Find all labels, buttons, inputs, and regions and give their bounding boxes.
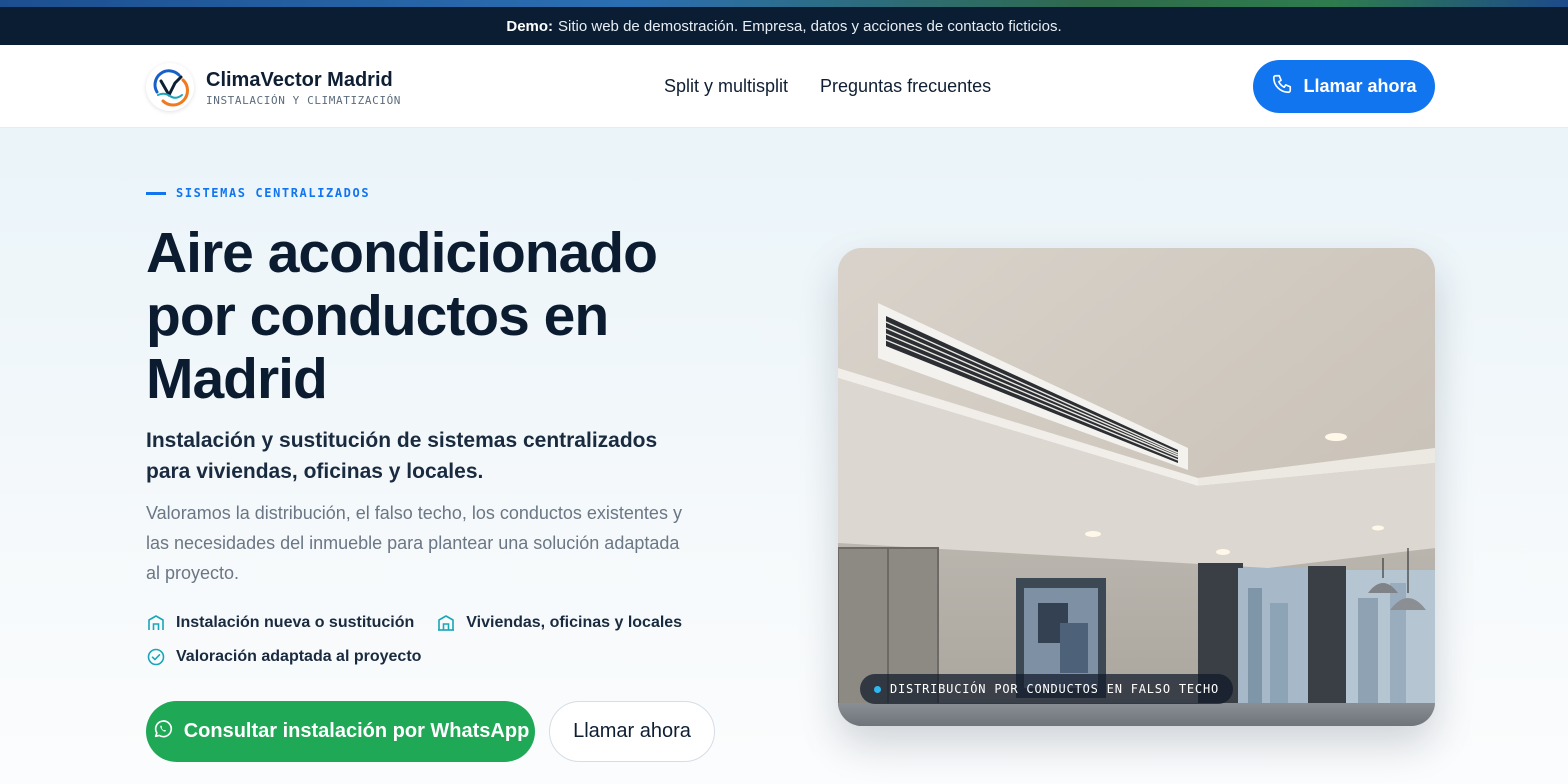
feature-item: Viviendas, oficinas y locales [436,612,682,634]
feature-label: Valoración adaptada al proyecto [176,648,422,665]
caption-dot-icon [874,685,881,693]
building-icon [436,613,456,633]
feature-label: Viviendas, oficinas y locales [466,614,683,631]
site-header: ClimaVector Madrid INSTALACIÓN Y CLIMATI… [0,45,1568,128]
whatsapp-button-label: Consultar instalación por WhatsApp [183,720,530,742]
logo[interactable]: ClimaVector Madrid INSTALACIÓN Y CLIMATI… [146,63,401,111]
hero-description: Valoramos la distribución, el falso tech… [146,503,682,583]
demo-label: Demo: [506,17,554,35]
hero-call-button[interactable]: Llamar ahora [549,701,715,762]
nav-split-multisplit[interactable]: Split y multisplit [664,76,788,97]
logo-icon [146,63,194,111]
eyebrow-text: SISTEMAS CENTRALIZADOS [176,186,371,200]
hero-subtitle: Instalación y sustitución de sistemas ce… [146,429,658,483]
demo-banner: Demo: Sitio web de demostración. Empresa… [0,7,1568,45]
phone-icon [1271,73,1293,100]
header-call-button[interactable]: Llamar ahora [1253,60,1435,113]
brand-tagline: INSTALACIÓN Y CLIMATIZACIÓN [206,93,402,107]
top-decorative-strip [0,0,1568,7]
feature-item: Valoración adaptada al proyecto [146,646,421,668]
photo-caption-text: DISTRIBUCIÓN POR CONDUCTOS EN FALSO TECH… [890,682,1220,696]
feature-list: Instalación nueva o sustitución Vivienda… [146,612,706,668]
building-icon [146,613,166,633]
header-call-label: Llamar ahora [1303,76,1417,96]
check-circle-icon [146,647,166,667]
eyebrow-line [146,191,166,195]
demo-text: Sitio web de demostración. Empresa, dato… [558,17,1062,35]
nav-faq[interactable]: Preguntas frecuentes [820,76,991,97]
photo-caption: DISTRIBUCIÓN POR CONDUCTOS EN FALSO TECH… [860,674,1234,704]
whatsapp-button[interactable]: Consultar instalación por WhatsApp [146,701,535,762]
hero-photo: DISTRIBUCIÓN POR CONDUCTOS EN FALSO TECH… [838,248,1435,726]
page-title: Aire acondicionado por conductos en Madr… [146,221,658,411]
hero-cta-group: Consultar instalación por WhatsApp Llama… [146,701,715,762]
hero-eyebrow: SISTEMAS CENTRALIZADOS [146,186,370,200]
feature-item: Instalación nueva o sustitución [146,612,414,634]
ceiling-illustration [838,248,1435,726]
hero-section: SISTEMAS CENTRALIZADOS Aire acondicionad… [0,128,1568,784]
main-nav: Split y multisplit Preguntas frecuentes [664,76,991,97]
whatsapp-icon [152,718,174,746]
brand-name: ClimaVector Madrid [206,68,393,91]
feature-label: Instalación nueva o sustitución [176,614,415,631]
